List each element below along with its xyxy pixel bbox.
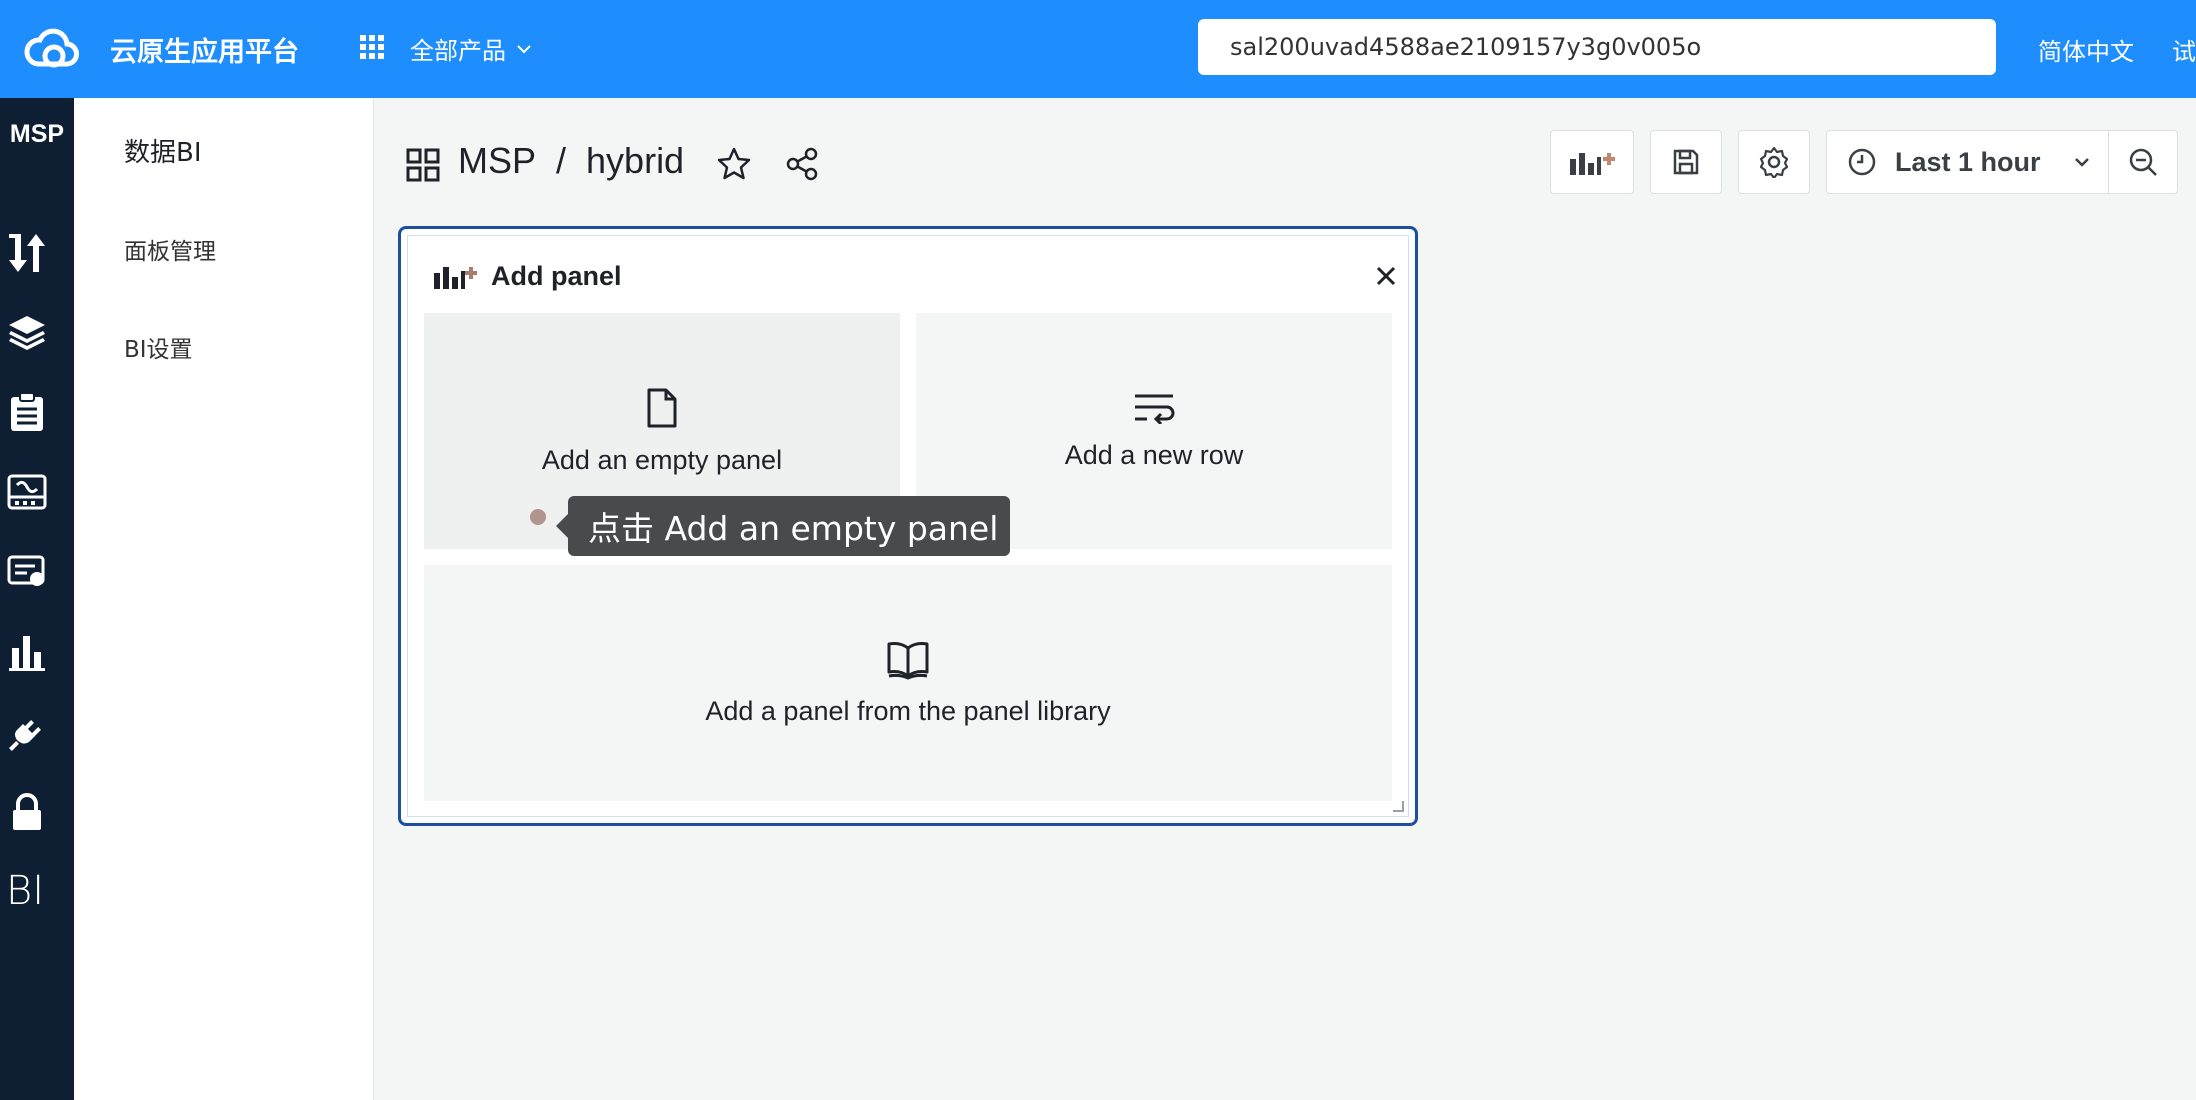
- sidebar-title: 数据BI: [124, 138, 202, 168]
- add-panel-icon: [434, 267, 477, 289]
- add-panel-button[interactable]: [1550, 130, 1634, 194]
- star-icon[interactable]: [716, 146, 752, 182]
- dashboard-settings-button[interactable]: [1738, 130, 1810, 194]
- close-icon[interactable]: [1373, 263, 1399, 289]
- sidebar-item-panel-management[interactable]: 面板管理: [124, 232, 216, 266]
- share-icon[interactable]: [784, 146, 820, 182]
- lock-icon[interactable]: [5, 790, 49, 834]
- brand-name[interactable]: 云原生应用平台: [110, 30, 299, 69]
- resize-handle-icon[interactable]: [1391, 799, 1405, 813]
- search-input[interactable]: sal200uvad4588ae2109157y3g0v005o: [1198, 19, 1996, 75]
- clock-icon: [1848, 148, 1876, 176]
- clipboard-icon[interactable]: [5, 390, 49, 434]
- sidebar: 数据BI 面板管理 BI设置: [74, 98, 374, 1100]
- breadcrumb: MSP / hybrid: [458, 140, 684, 182]
- cursor-marker: [530, 509, 546, 525]
- search-value: sal200uvad4588ae2109157y3g0v005o: [1230, 33, 1702, 61]
- rail-bi-icon[interactable]: BI: [6, 868, 44, 914]
- gear-icon: [1759, 146, 1789, 178]
- language-switch[interactable]: 简体中文: [2038, 32, 2134, 67]
- sidebar-item-bi-settings[interactable]: BI设置: [124, 330, 193, 364]
- chevron-down-icon: [517, 44, 531, 53]
- certificate-icon[interactable]: [5, 550, 49, 594]
- bar-chart-icon[interactable]: [5, 630, 49, 674]
- app-rail: MSP BI: [0, 98, 74, 1100]
- breadcrumb-separator: /: [556, 140, 567, 181]
- file-icon: [647, 388, 677, 427]
- plug-icon[interactable]: [5, 710, 49, 754]
- time-range-picker[interactable]: Last 1 hour: [1826, 130, 2110, 194]
- time-range-label: Last 1 hour: [1895, 146, 2041, 177]
- layers-icon[interactable]: [5, 310, 49, 354]
- all-products-label: 全部产品: [410, 37, 506, 65]
- monitor-icon[interactable]: [5, 470, 49, 514]
- sort-icon[interactable]: [5, 230, 49, 274]
- add-panel-icon: [1570, 153, 1615, 175]
- chevron-down-icon: [2074, 158, 2089, 167]
- add-panel-title: Add panel: [491, 261, 622, 291]
- add-empty-panel-label: Add an empty panel: [541, 444, 783, 475]
- dashboard-grid-icon: [406, 148, 440, 182]
- zoom-out-button[interactable]: [2108, 130, 2178, 194]
- add-library-panel-option[interactable]: Add a panel from the panel library: [424, 565, 1392, 801]
- top-bar: 云原生应用平台 全部产品 sal200uvad4588ae2109157y3g0…: [0, 0, 2196, 98]
- add-library-panel-label: Add a panel from the panel library: [705, 695, 1111, 726]
- breadcrumb-root[interactable]: MSP: [458, 140, 536, 182]
- rail-title[interactable]: MSP: [0, 120, 74, 149]
- add-new-row-label: Add a new row: [1064, 439, 1244, 470]
- cloud-logo-icon[interactable]: [20, 24, 84, 72]
- breadcrumb-leaf[interactable]: hybrid: [586, 140, 684, 182]
- book-icon: [887, 641, 929, 679]
- trial-link[interactable]: 试: [2172, 32, 2196, 67]
- zoom-out-icon: [2129, 148, 2157, 176]
- action-tooltip: 点击 Add an empty panel: [556, 496, 1010, 556]
- save-icon: [1673, 149, 1699, 175]
- save-dashboard-button[interactable]: [1650, 130, 1722, 194]
- apps-grid-icon[interactable]: [358, 33, 386, 61]
- wrap-lines-icon: [1135, 394, 1175, 424]
- all-products-menu[interactable]: 全部产品: [410, 31, 532, 66]
